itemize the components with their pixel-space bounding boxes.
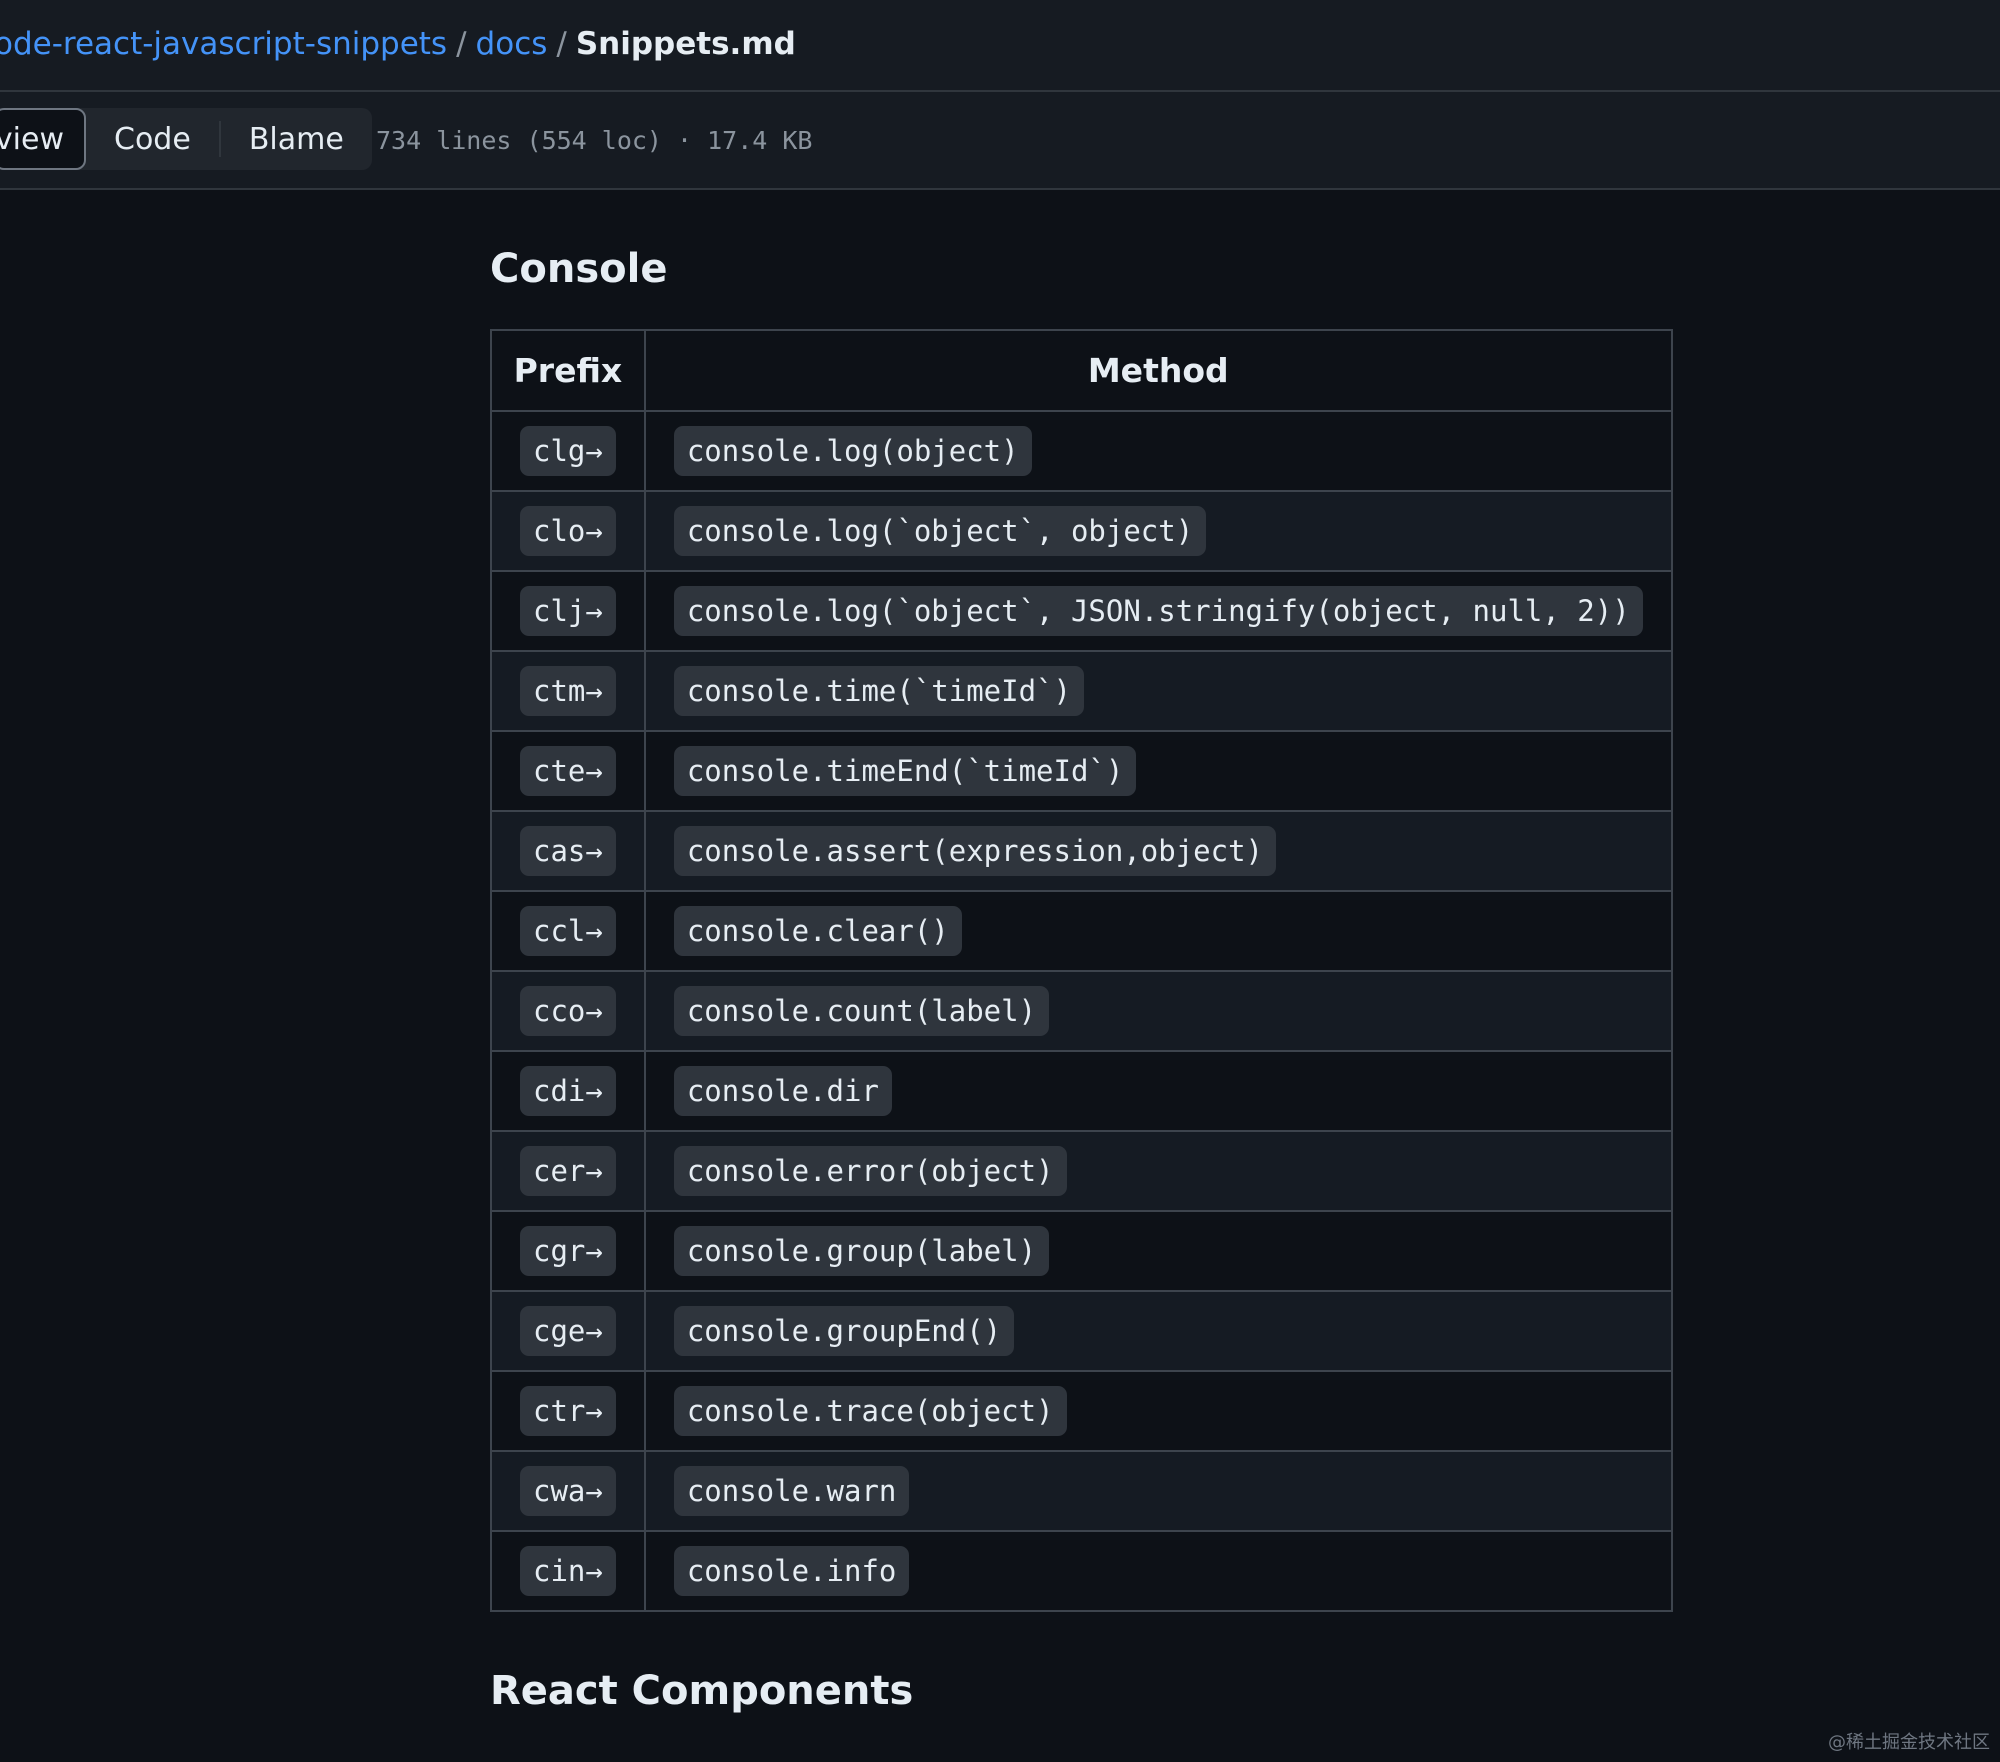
snippet-prefix: ccl→ (520, 906, 616, 956)
snippet-prefix: cer→ (520, 1146, 616, 1196)
method-cell: console.trace(object) (643, 1370, 1673, 1452)
snippet-prefix: cco→ (520, 986, 616, 1036)
snippet-method: console.groupEnd() (673, 1306, 1015, 1356)
table-row: ccl→ console.clear() (490, 890, 1673, 972)
watermark: @稀土掘金技术社区 (1828, 1732, 1990, 1753)
breadcrumb-repo-link[interactable]: ode-react-javascript-snippets (0, 26, 447, 62)
file-header-bar: ode-react-javascript-snippets / docs / Snipp… (0, 0, 2000, 92)
table-row: clg→ console.log(object) (490, 410, 1673, 492)
method-cell: console.log(`object`, object) (643, 490, 1673, 572)
tab-blame[interactable]: Blame (221, 108, 372, 170)
snippet-method: console.info (673, 1546, 910, 1596)
method-cell: console.warn (643, 1450, 1673, 1532)
table-row: ctr→ console.trace(object) (490, 1370, 1673, 1452)
snippet-method: console.log(`object`, object) (673, 506, 1207, 556)
prefix-cell: cwa→ (490, 1450, 646, 1532)
table-row: clj→ console.log(`object`, JSON.stringify… (490, 570, 1673, 652)
table-row: cin→ console.info (490, 1530, 1673, 1612)
prefix-cell: ctr→ (490, 1370, 646, 1452)
method-cell: console.error(object) (643, 1130, 1673, 1212)
method-cell: console.count(label) (643, 970, 1673, 1052)
snippet-prefix: cgr→ (520, 1226, 616, 1276)
snippet-method: console.trace(object) (673, 1386, 1067, 1436)
prefix-cell: clg→ (490, 410, 646, 492)
method-cell: console.assert(expression,object) (643, 810, 1673, 892)
breadcrumb-docs-link[interactable]: docs (476, 26, 548, 62)
snippet-prefix: ctr→ (520, 1386, 616, 1436)
snippet-method: console.log(`object`, JSON.stringify(obj… (673, 586, 1643, 636)
snippet-method: console.log(object) (673, 426, 1032, 476)
prefix-cell: cdi→ (490, 1050, 646, 1132)
table-row: cdi→ console.dir (490, 1050, 1673, 1132)
table-row: cas→ console.assert(expression,object) (490, 810, 1673, 892)
table-row: cer→ console.error(object) (490, 1130, 1673, 1212)
method-cell: console.group(label) (643, 1210, 1673, 1292)
prefix-cell: ccl→ (490, 890, 646, 972)
breadcrumb-separator: / (556, 26, 567, 62)
prefix-cell: cte→ (490, 730, 646, 812)
breadcrumb-current-file: Snippets.md (575, 26, 796, 62)
table-header-row: Prefix Method (490, 329, 1673, 412)
snippet-prefix: cte→ (520, 746, 616, 796)
snippet-method: console.dir (673, 1066, 892, 1116)
file-stats: 734 lines (554 loc) · 17.4 KB (376, 126, 813, 155)
snippet-prefix: cas→ (520, 826, 616, 876)
prefix-cell: cco→ (490, 970, 646, 1052)
table-row: ctm→ console.time(`timeId`) (490, 650, 1673, 732)
view-mode-segmented-control: view Code Blame (0, 108, 372, 170)
snippet-prefix: ctm→ (520, 666, 616, 716)
snippet-method: console.error(object) (673, 1146, 1067, 1196)
tab-code[interactable]: Code (86, 108, 219, 170)
column-header-prefix: Prefix (490, 329, 646, 412)
snippet-prefix: clo→ (520, 506, 616, 556)
table-row: cge→ console.groupEnd() (490, 1290, 1673, 1372)
prefix-cell: cin→ (490, 1530, 646, 1612)
method-cell: console.info (643, 1530, 1673, 1612)
method-cell: console.dir (643, 1050, 1673, 1132)
prefix-cell: cer→ (490, 1130, 646, 1212)
snippet-prefix: clj→ (520, 586, 616, 636)
method-cell: console.log(object) (643, 410, 1673, 492)
snippet-prefix: cdi→ (520, 1066, 616, 1116)
table-row: cgr→ console.group(label) (490, 1210, 1673, 1292)
section-heading-console: Console (490, 246, 668, 292)
table-row: cco→ console.count(label) (490, 970, 1673, 1052)
file-toolbar: view Code Blame 734 lines (554 loc) · 17… (0, 92, 2000, 190)
snippet-prefix: cin→ (520, 1546, 616, 1596)
method-cell: console.groupEnd() (643, 1290, 1673, 1372)
snippet-method: console.count(label) (673, 986, 1050, 1036)
method-cell: console.timeEnd(`timeId`) (643, 730, 1673, 812)
prefix-cell: cge→ (490, 1290, 646, 1372)
breadcrumb-separator: / (456, 26, 467, 62)
snippets-table: Prefix Method clg→ console.log(object) clo… (490, 329, 1673, 1612)
table-row: cwa→ console.warn (490, 1450, 1673, 1532)
table-body: clg→ console.log(object) clo→ console.log(`… (490, 410, 1673, 1612)
snippet-prefix: cwa→ (520, 1466, 616, 1516)
prefix-cell: cas→ (490, 810, 646, 892)
snippet-method: console.group(label) (673, 1226, 1050, 1276)
snippet-method: console.time(`timeId`) (673, 666, 1084, 716)
table-row: cte→ console.timeEnd(`timeId`) (490, 730, 1673, 812)
snippet-method: console.timeEnd(`timeId`) (673, 746, 1137, 796)
snippet-method: console.warn (673, 1466, 910, 1516)
snippet-prefix: clg→ (520, 426, 616, 476)
method-cell: console.clear() (643, 890, 1673, 972)
prefix-cell: cgr→ (490, 1210, 646, 1292)
breadcrumb: ode-react-javascript-snippets / docs / Snipp… (0, 26, 796, 62)
column-header-method: Method (643, 329, 1673, 412)
prefix-cell: clj→ (490, 570, 646, 652)
snippet-method: console.assert(expression,object) (673, 826, 1277, 876)
section-heading-react-components: React Components (490, 1668, 914, 1714)
tab-preview[interactable]: view (0, 108, 86, 170)
table-row: clo→ console.log(`object`, object) (490, 490, 1673, 572)
snippet-prefix: cge→ (520, 1306, 616, 1356)
snippet-method: console.clear() (673, 906, 962, 956)
prefix-cell: clo→ (490, 490, 646, 572)
prefix-cell: ctm→ (490, 650, 646, 732)
method-cell: console.time(`timeId`) (643, 650, 1673, 732)
method-cell: console.log(`object`, JSON.stringify(obj… (643, 570, 1673, 652)
